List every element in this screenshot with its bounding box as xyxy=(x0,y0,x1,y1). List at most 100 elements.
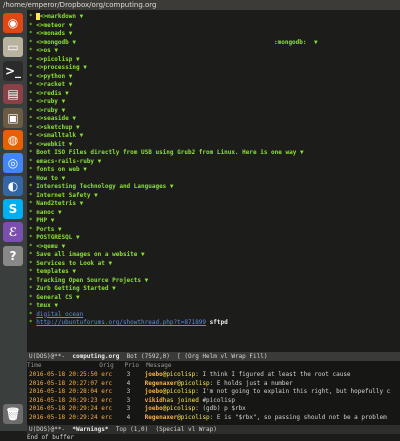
fold-marker-icon[interactable]: ▼ xyxy=(69,30,73,37)
software-center-icon: ▣ xyxy=(7,111,19,125)
fold-marker-icon[interactable]: ▼ xyxy=(72,115,76,122)
row-timestamp: 2016-05-18 20:28:04 xyxy=(29,388,98,395)
fold-marker-icon[interactable]: ▼ xyxy=(141,251,145,258)
headline-bullet: * xyxy=(29,21,33,29)
headline-bullet: * xyxy=(29,13,33,20)
skype-launcher-button[interactable]: S xyxy=(3,199,23,219)
headline-text: Interesting Technology and Languages xyxy=(36,183,167,190)
folder-launcher-button[interactable]: ▭ xyxy=(3,37,23,57)
headline-bullet: * xyxy=(29,200,33,207)
row-message: #picolisp xyxy=(198,396,235,404)
fold-marker-icon[interactable]: ▼ xyxy=(62,107,66,114)
fold-marker-icon[interactable]: ▼ xyxy=(69,73,73,80)
fold-marker-icon[interactable]: ▼ xyxy=(69,81,73,88)
org-tag: :mongodb: xyxy=(274,38,307,46)
headline-text: PHP xyxy=(36,217,48,224)
row-priority: 4 xyxy=(126,413,131,421)
headline-bullet: * xyxy=(29,98,33,105)
org-headline[interactable]: * http://ubuntuforums.org/showthread.php… xyxy=(29,318,228,327)
trash-launcher-button[interactable]: 🗑 xyxy=(3,404,23,424)
fold-marker-icon[interactable]: ▼ xyxy=(80,132,84,139)
fold-marker-icon[interactable]: ▼ xyxy=(300,149,304,156)
fold-marker-icon[interactable]: ▼ xyxy=(72,268,76,275)
fold-marker-icon[interactable]: ▼ xyxy=(69,141,73,148)
fold-marker-icon[interactable]: ▼ xyxy=(94,192,98,199)
mode-line-buffer-name[interactable]: computing.org xyxy=(72,353,119,360)
headline-bullet: * xyxy=(29,89,33,97)
headline-bullet: * xyxy=(29,251,33,258)
headline-text: POSTGRESQL xyxy=(36,234,73,241)
fold-marker-icon[interactable]: ▼ xyxy=(109,260,113,267)
folder-icon: ▭ xyxy=(7,40,19,54)
fold-marker-icon[interactable]: ▼ xyxy=(83,64,87,71)
row-origin: erc xyxy=(101,379,113,387)
fold-marker-icon[interactable]: ▼ xyxy=(80,13,84,20)
fold-marker-icon[interactable]: ▼ xyxy=(76,294,80,301)
fold-marker-icon[interactable]: ▼ xyxy=(170,183,174,190)
row-message: : (gdb) p $rbx xyxy=(195,405,246,412)
org-buffer[interactable]: * <>markdown ▼ * <>meteor ▼ * <>monads ▼ * … xyxy=(27,10,400,352)
chrome-launcher-button[interactable]: ◎ xyxy=(3,153,23,173)
skype-icon: S xyxy=(8,202,18,216)
help-launcher-button[interactable]: ? xyxy=(3,246,23,266)
fold-marker-icon[interactable]: ▼ xyxy=(54,302,58,309)
spreadsheet-launcher-button[interactable]: ▤ xyxy=(3,84,23,104)
software-center-launcher-button[interactable]: ▣ xyxy=(3,108,23,128)
fold-marker-icon[interactable]: ▼ xyxy=(72,39,76,46)
fold-marker-icon[interactable]: ▼ xyxy=(98,158,102,165)
fold-marker-icon[interactable]: ▼ xyxy=(62,243,66,250)
row-origin: erc xyxy=(101,413,113,421)
row-message: : E is "$rbx", so passing should not be … xyxy=(209,413,387,421)
headline-text: templates xyxy=(36,268,69,275)
fold-marker-icon[interactable]: ▼ xyxy=(83,166,87,173)
firefox-launcher-button[interactable]: ◍ xyxy=(3,130,23,150)
headline-bullet: * xyxy=(29,217,33,224)
fold-marker-icon[interactable]: ▼ xyxy=(80,200,84,207)
fold-marker-icon[interactable]: ▼ xyxy=(51,217,55,224)
emacs-launcher-button[interactable]: ℰ xyxy=(3,222,23,242)
headline-text: <>os xyxy=(36,47,51,54)
headline-bullet: * xyxy=(29,293,33,301)
row-message: : E holds just a number xyxy=(209,379,293,387)
fold-marker-icon[interactable]: ▼ xyxy=(69,22,73,29)
fold-marker-icon[interactable]: ▼ xyxy=(76,124,80,131)
mode-line-position: Top (1,0) xyxy=(115,426,149,433)
erc-notifications-buffer[interactable]: Time Orig Prio Message 2016-05-18 20:25:… xyxy=(27,361,400,425)
row-nick: Regenaxer xyxy=(144,413,178,421)
headline-bullet: * xyxy=(29,225,33,233)
fold-marker-icon[interactable]: ▼ xyxy=(65,90,69,97)
headline-bullet: * xyxy=(29,191,33,199)
row-priority: 3 xyxy=(126,405,131,412)
fold-marker-icon[interactable]: ▼ xyxy=(76,234,80,241)
headline-bullet: * xyxy=(29,174,33,182)
fold-marker-icon[interactable]: ▼ xyxy=(54,47,58,54)
org-link[interactable]: http://ubuntuforums.org/showthread.php?t… xyxy=(36,319,206,326)
headline-text: Tracking Open Source Projects xyxy=(36,276,142,284)
mode-line-modes[interactable]: [ (Org Helm vl Wrap Fill) xyxy=(177,353,267,360)
fold-marker-icon[interactable]: ▼ xyxy=(58,209,62,216)
terminal-launcher-button[interactable]: >_ xyxy=(3,61,23,81)
fold-marker-icon[interactable]: ▼ xyxy=(62,98,66,105)
headline-bullet: * xyxy=(29,310,33,318)
fold-marker-icon[interactable]: ▼ xyxy=(314,38,318,47)
headline-text: Zurb Getting Started xyxy=(36,285,109,292)
docky-launcher-button[interactable]: ◐ xyxy=(3,176,23,196)
headline-bullet: * xyxy=(29,319,33,326)
mode-line-modes[interactable]: (Special vl Wrap) xyxy=(155,426,216,433)
mode-line-buffer-name[interactable]: *Warnings* xyxy=(72,426,108,433)
headline-text: <>ruby xyxy=(36,106,58,114)
fold-marker-icon[interactable]: ▼ xyxy=(62,175,66,182)
table-row[interactable]: 2016-05-18 20:29:24 erc 4 Regenaxer@pico… xyxy=(29,413,387,422)
headline-text: nanoc xyxy=(36,208,55,216)
fold-marker-icon[interactable]: ▼ xyxy=(112,285,116,292)
fold-marker-icon[interactable]: ▼ xyxy=(58,226,62,233)
org-link[interactable]: digital ocean xyxy=(36,311,83,318)
row-message: : I think I figured at least the root ca… xyxy=(195,371,351,378)
row-nick: joebo xyxy=(144,405,163,412)
window-titlebar: /home/emperor/Dropbox/org/computing.org xyxy=(0,0,400,10)
fold-marker-icon[interactable]: ▼ xyxy=(145,277,149,284)
row-priority: 3 xyxy=(126,396,131,404)
fold-marker-icon[interactable]: ▼ xyxy=(76,56,80,63)
ubuntu-logo-launcher-button[interactable]: ◉ xyxy=(3,13,23,33)
row-channel: @picolisp xyxy=(162,388,196,395)
